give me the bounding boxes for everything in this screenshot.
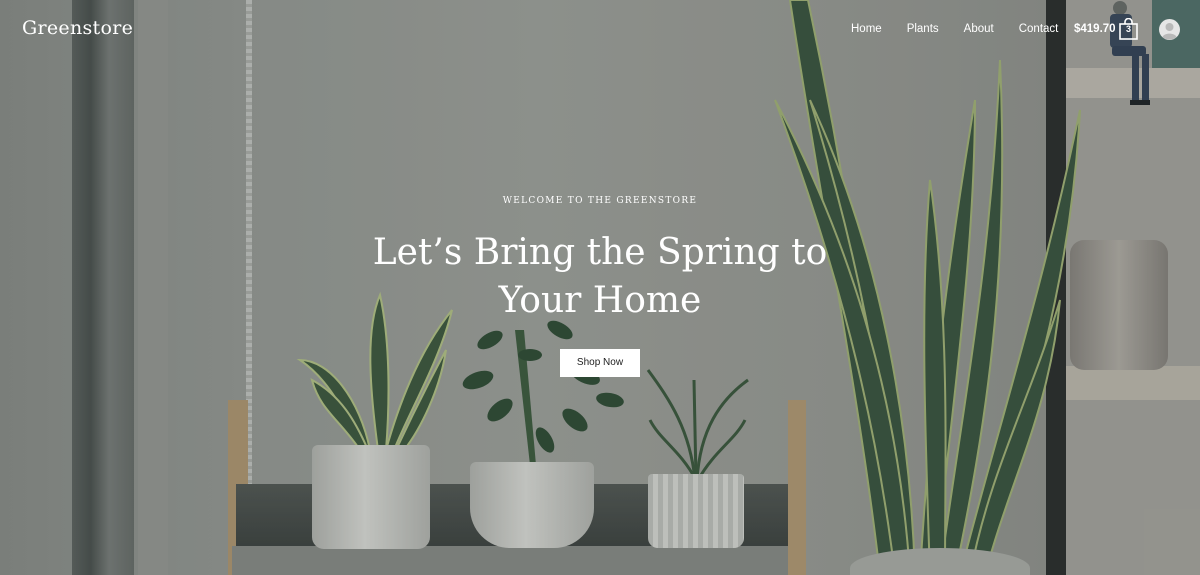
hero-eyebrow: WELCOME TO THE GREENSTORE bbox=[502, 196, 698, 206]
site-logo[interactable]: Greenstore bbox=[22, 17, 133, 39]
hero-content: WELCOME TO THE GREENSTORE Let’s Bring th… bbox=[300, 196, 900, 377]
nav-item-contact[interactable]: Contact bbox=[1019, 23, 1059, 35]
shop-now-button[interactable]: Shop Now bbox=[560, 349, 640, 377]
nav-item-plants[interactable]: Plants bbox=[907, 23, 939, 35]
hero-section: Greenstore Home Plants About Contact $41… bbox=[0, 0, 1200, 575]
user-avatar-icon[interactable] bbox=[1159, 19, 1180, 40]
nav-item-home[interactable]: Home bbox=[851, 23, 882, 35]
cart-total[interactable]: $419.70 bbox=[1074, 23, 1116, 35]
site-header: Greenstore Home Plants About Contact $41… bbox=[0, 0, 1200, 60]
hero-headline: Let’s Bring the Spring to Your Home bbox=[372, 232, 828, 321]
cart-count-badge: 3 bbox=[1125, 24, 1131, 34]
nav-item-about[interactable]: About bbox=[964, 23, 994, 35]
main-nav: Home Plants About Contact bbox=[851, 23, 1058, 35]
